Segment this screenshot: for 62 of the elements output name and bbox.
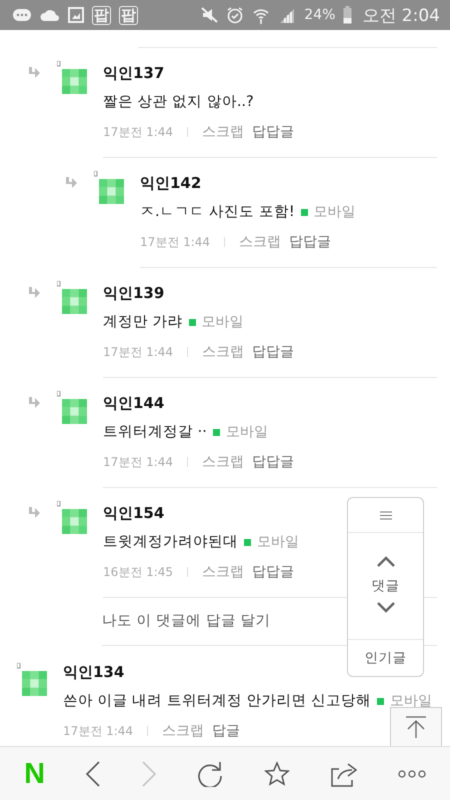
chevron-left-icon bbox=[85, 760, 102, 788]
chevron-down-icon bbox=[376, 601, 396, 613]
timestamp: 16분전 1:45 bbox=[103, 564, 174, 581]
comments-label: 댓글 bbox=[372, 577, 400, 595]
app-icon: 팝 bbox=[92, 6, 111, 24]
source-label: 모바일 bbox=[202, 313, 244, 332]
battery-percent: 24% bbox=[304, 7, 336, 23]
refresh-icon bbox=[197, 760, 224, 786]
reply-arrow-icon bbox=[27, 67, 41, 79]
image-icon bbox=[68, 7, 84, 23]
avatar-icon bbox=[57, 501, 87, 534]
clock: 오전 2:04 bbox=[362, 4, 440, 26]
reply-link[interactable]: 답답글 bbox=[252, 343, 294, 361]
source-label: 모바일 bbox=[314, 203, 356, 222]
reply-arrow-icon bbox=[27, 507, 41, 519]
more-icon bbox=[398, 770, 426, 778]
menu-icon[interactable] bbox=[380, 510, 392, 520]
chevron-right-icon bbox=[141, 760, 158, 788]
comment-text: 계정만 가랴 bbox=[103, 313, 183, 332]
avatar-icon bbox=[57, 391, 87, 424]
app-icon: 팝 bbox=[119, 6, 138, 24]
timestamp: 17분전 1:44 bbox=[103, 124, 174, 141]
alarm-icon bbox=[226, 6, 244, 24]
comment-text: 트위터계정갈 ·· bbox=[103, 423, 207, 442]
avatar-icon bbox=[17, 663, 47, 696]
share-icon bbox=[330, 760, 358, 786]
reply-link[interactable]: 답답글 bbox=[289, 233, 332, 251]
source-label: 모바일 bbox=[226, 423, 268, 442]
reply-arrow-icon bbox=[27, 397, 41, 409]
comment-text: 트윗계정가려야된대 bbox=[103, 533, 238, 552]
avatar-icon bbox=[57, 281, 87, 314]
username: 익인137 bbox=[103, 63, 164, 83]
avatar-icon bbox=[57, 61, 87, 94]
avatar-icon bbox=[94, 171, 124, 204]
timestamp: 17분전 1:44 bbox=[140, 234, 210, 251]
source-label: 모바일 bbox=[257, 533, 299, 552]
timestamp: 17분전 1:44 bbox=[103, 454, 174, 471]
timestamp: 17분전 1:44 bbox=[63, 723, 134, 740]
cloud-icon bbox=[40, 8, 60, 22]
comment-text: 짤은 상관 없지 않아..? bbox=[103, 93, 254, 112]
source-label: 모바일 bbox=[390, 692, 432, 711]
username: 익인142 bbox=[140, 173, 202, 193]
mute-icon bbox=[200, 6, 218, 24]
reply-arrow-icon bbox=[27, 287, 41, 299]
reply-link[interactable]: 답답글 bbox=[252, 453, 294, 471]
username: 익인134 bbox=[63, 662, 124, 682]
username: 익인154 bbox=[103, 503, 164, 523]
scroll-top-button[interactable] bbox=[390, 707, 442, 746]
star-icon bbox=[264, 760, 290, 786]
comment-text: 쓴아 이글 내려 트위터계정 안가리면 신고당해 bbox=[63, 692, 372, 711]
arrow-up-icon bbox=[405, 716, 427, 738]
reply-link[interactable]: 답글 bbox=[212, 722, 240, 740]
battery-icon bbox=[343, 6, 352, 24]
timestamp: 17분전 1:44 bbox=[103, 344, 174, 361]
reply-link[interactable]: 답답글 bbox=[252, 123, 294, 141]
comment-text: ㅈ.ㄴㄱㄷ 사진도 포함! bbox=[140, 203, 295, 222]
username: 익인139 bbox=[103, 283, 164, 303]
chat-icon bbox=[12, 7, 32, 23]
reply-arrow-icon bbox=[64, 177, 78, 189]
username: 익인144 bbox=[103, 393, 164, 413]
chevron-up-icon bbox=[376, 556, 396, 568]
reply-link[interactable]: 답답글 bbox=[252, 563, 294, 581]
